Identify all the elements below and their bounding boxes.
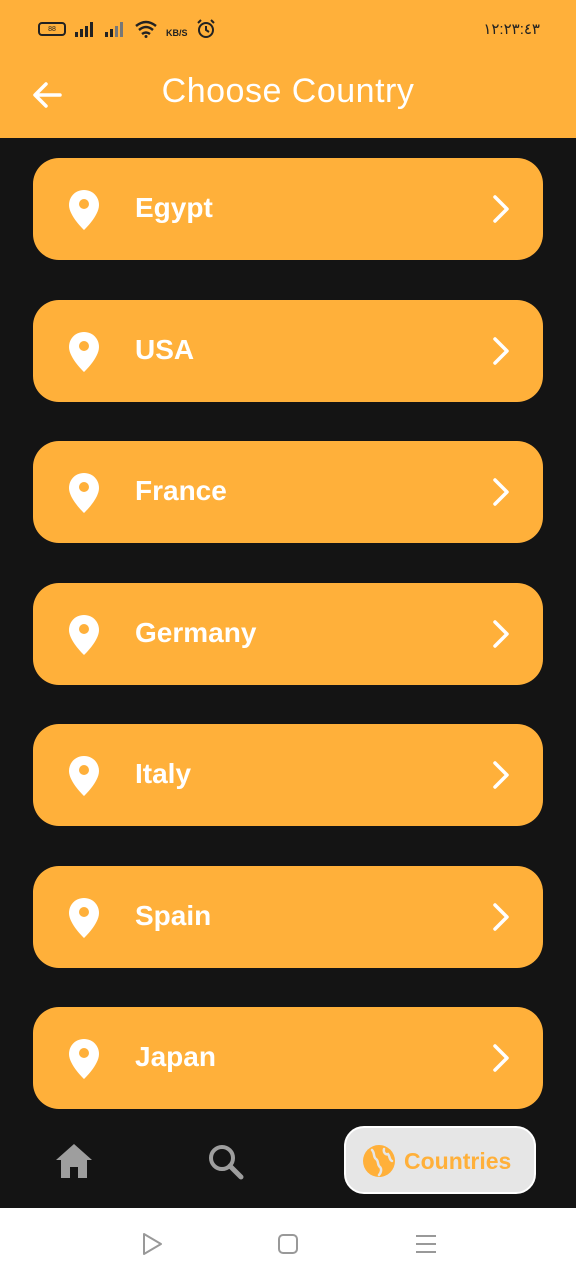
signal-icon [105, 22, 123, 37]
country-name: Spain [135, 899, 212, 931]
location-pin-icon [69, 190, 99, 230]
chevron-right-icon [493, 761, 509, 789]
network-speed-unit: KB/S [166, 28, 188, 38]
signal-icon [75, 22, 93, 37]
home-square-icon[interactable] [274, 1230, 302, 1258]
battery-label: 88 [48, 25, 56, 33]
chevron-right-icon [493, 902, 509, 931]
system-nav-bar [0, 1208, 576, 1280]
app-bar: Choose Country [0, 58, 576, 138]
country-item-italy[interactable]: Italy [33, 724, 543, 826]
page-title: Choose Country [161, 72, 415, 110]
chevron-right-icon [493, 336, 509, 365]
search-icon[interactable] [206, 1142, 244, 1180]
country-item-egypt[interactable]: Egypt [33, 158, 543, 260]
status-icons: 88 KB/S [38, 19, 216, 39]
location-pin-icon [69, 614, 99, 655]
wifi-icon [135, 20, 157, 38]
country-name: France [135, 475, 227, 506]
location-pin-icon [69, 756, 99, 796]
country-item-spain[interactable]: Spain [33, 865, 543, 968]
status-bar: 88 KB/S ١٢:٢٣:٤٣ [0, 0, 576, 58]
country-item-japan[interactable]: Japan [33, 1007, 543, 1109]
globe-icon [363, 1145, 395, 1177]
chevron-right-icon [493, 1044, 509, 1072]
location-pin-icon [69, 1039, 99, 1079]
chevron-right-icon [493, 619, 509, 648]
status-time: ١٢:٢٣:٤٣ [483, 21, 540, 38]
country-item-usa[interactable]: USA [33, 299, 543, 402]
country-name: Egypt [135, 192, 213, 223]
country-name: USA [135, 333, 195, 365]
location-pin-icon [69, 473, 99, 513]
country-name: Japan [135, 1041, 216, 1072]
alarm-icon [196, 19, 215, 38]
country-name: Germany [135, 616, 257, 648]
country-item-france[interactable]: France [33, 441, 543, 543]
menu-lines-icon[interactable] [412, 1230, 440, 1258]
home-icon[interactable] [54, 1142, 94, 1180]
location-pin-icon [69, 331, 99, 372]
country-list: Egypt USA France Germany Italy Spain Jap… [33, 158, 543, 1149]
country-name: Italy [135, 758, 192, 789]
chevron-right-icon [493, 478, 509, 506]
back-triangle-icon[interactable] [138, 1230, 166, 1258]
location-pin-icon [69, 897, 99, 938]
country-item-germany[interactable]: Germany [33, 582, 543, 685]
bottom-nav: Countries [0, 1114, 576, 1208]
nav-countries-label: Countries [404, 1148, 512, 1174]
nav-countries-tab[interactable]: Countries [344, 1126, 536, 1194]
battery-icon: 88 [38, 22, 66, 36]
chevron-right-icon [493, 195, 509, 223]
